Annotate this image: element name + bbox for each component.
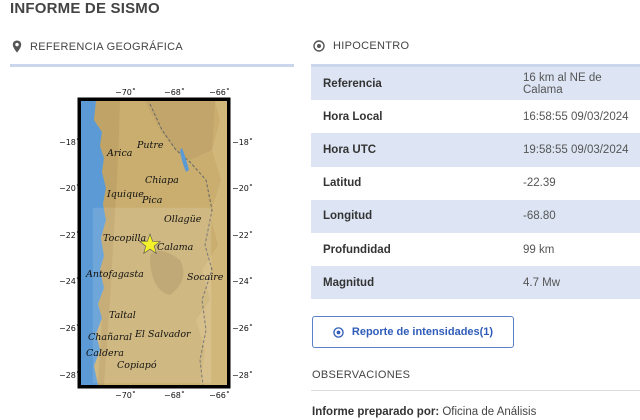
prepared-by: Informe preparado por: Oficina de Anális… (312, 406, 536, 418)
map-place: Ollagüe (164, 214, 202, 225)
row-label: Hora UTC (323, 143, 377, 156)
map-tick-left: −26˚ (59, 323, 80, 333)
map-place: Taltal (109, 310, 136, 321)
map-tick-left: −18˚ (59, 137, 80, 147)
epicenter-map[interactable]: Arica Putre Chiapa Iquique Pica Ollagüe … (0, 0, 300, 420)
table-row: Hora UTC 19:58:55 09/03/2024 (311, 133, 640, 167)
row-label: Latitud (323, 177, 362, 190)
intensity-report-label: Reporte de intensidades(1) (351, 326, 494, 338)
map-place: Antofagasta (85, 269, 144, 280)
map-place: Putre (136, 140, 164, 151)
observaciones-heading: OBSERVACIONES (312, 369, 411, 381)
map-place: El Salvador (134, 329, 192, 340)
map-tick-left: −22˚ (59, 230, 80, 240)
map-frame-top (78, 98, 230, 101)
map-tick-left: −24˚ (59, 276, 80, 286)
table-row: Longitud -68.80 (311, 199, 640, 233)
map-tick-bottom: −66˚ (209, 390, 230, 400)
row-label: Profundidad (323, 243, 391, 256)
map-place: Chañaral (88, 332, 132, 343)
map-place: Iquique (106, 189, 144, 200)
map-place: Caldera (86, 348, 124, 359)
table-row: Latitud -22.39 (311, 166, 640, 200)
map-tick-bottom: −68˚ (164, 390, 185, 400)
map-place: Calama (157, 242, 194, 253)
map-place: Chiapa (145, 175, 179, 186)
row-value: 99 km (523, 243, 555, 256)
row-value: -22.39 (523, 177, 556, 190)
row-label: Hora Local (323, 110, 383, 123)
row-label: Magnitud (323, 276, 375, 289)
hipocentro-header: HIPOCENTRO (313, 40, 409, 52)
row-label: Referencia (323, 77, 382, 90)
map-tick-right: −18˚ (232, 137, 253, 147)
map-tick-right: −28˚ (232, 370, 253, 380)
map-tick-top: −68˚ (164, 87, 185, 97)
map-tick-right: −26˚ (232, 323, 253, 333)
table-row: Profundidad 99 km (311, 232, 640, 267)
radio-circle-icon (333, 326, 344, 338)
table-row: Referencia 16 km al NE de Calama (311, 67, 640, 101)
map-tick-top: −66˚ (209, 87, 230, 97)
map-tick-left: −28˚ (59, 370, 80, 380)
map-tick-right: −22˚ (232, 230, 253, 240)
row-value: 4.7 Mw (523, 276, 561, 289)
row-value: 16:58:55 09/03/2024 (523, 110, 629, 123)
map-frame-bottom (78, 385, 230, 388)
target-icon (313, 40, 325, 52)
map-place: Pica (141, 195, 163, 206)
table-row: Hora Local 16:58:55 09/03/2024 (311, 100, 640, 134)
observaciones-divider (311, 390, 640, 391)
prepared-by-label: Informe preparado por: (312, 406, 440, 418)
row-value: -68.80 (523, 210, 556, 223)
map-tick-left: −20˚ (59, 183, 80, 193)
table-row: Magnitud 4.7 Mw (311, 266, 640, 300)
hipocentro-table: Referencia 16 km al NE de Calama Hora Lo… (311, 67, 640, 300)
map-tick-right: −20˚ (232, 183, 253, 193)
hipocentro-label: HIPOCENTRO (333, 40, 410, 52)
row-value: 16 km al NE de Calama (523, 71, 602, 96)
intensity-report-button[interactable]: Reporte de intensidades(1) (312, 316, 514, 348)
map-tick-bottom: −70˚ (115, 390, 136, 400)
map-place: Arica (106, 148, 133, 159)
row-label: Longitud (323, 210, 373, 223)
row-value: 19:58:55 09/03/2024 (523, 143, 629, 156)
prepared-by-value: Oficina de Análisis (442, 406, 537, 418)
map-tick-right: −24˚ (232, 276, 253, 286)
map-frame-right (227, 98, 230, 388)
map-tick-top: −70˚ (115, 87, 136, 97)
map-place: Socaire (187, 272, 224, 283)
map-place: Copiapó (117, 360, 157, 371)
map-place: Tocopilla (103, 233, 147, 244)
